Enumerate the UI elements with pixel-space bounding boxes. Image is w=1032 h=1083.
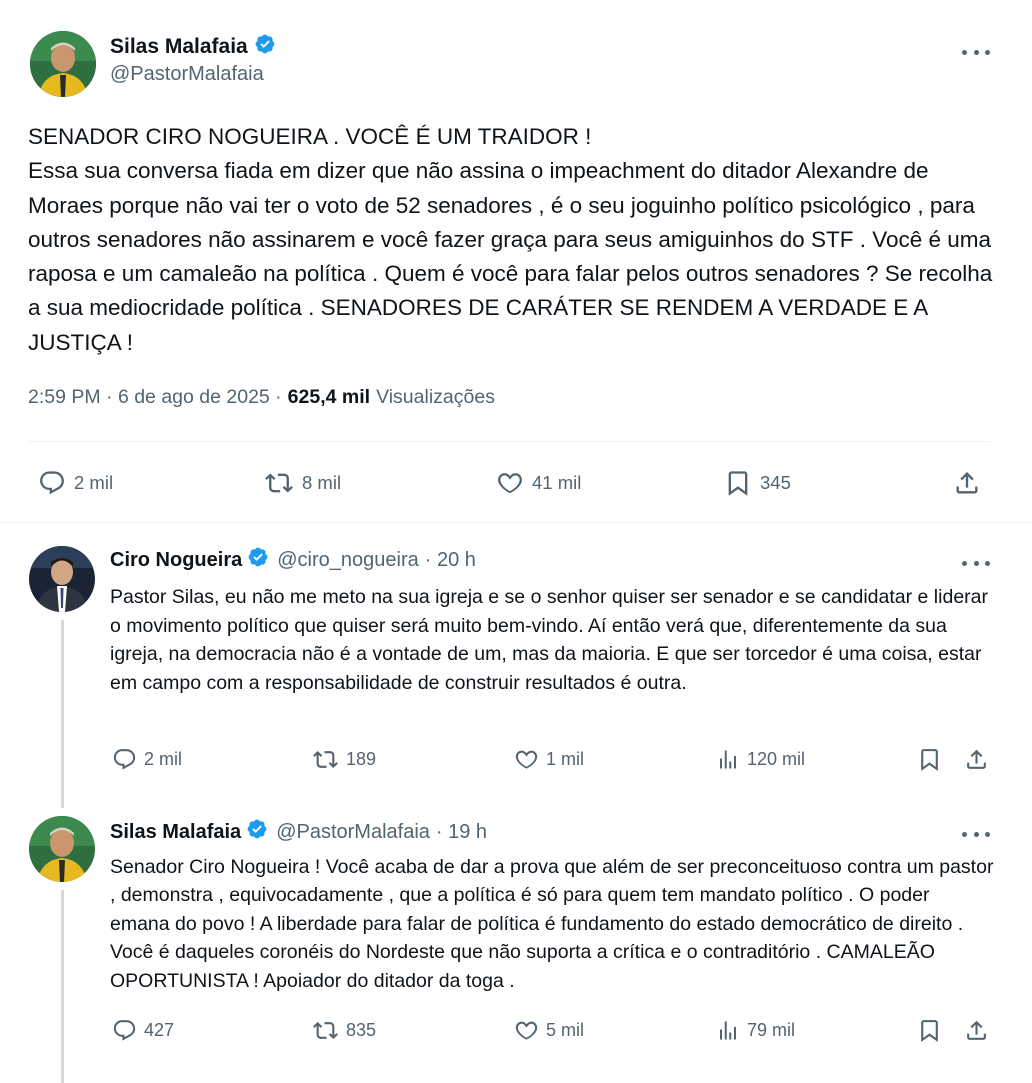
repost-count: 8 mil <box>302 472 342 493</box>
tweet-text: SENADOR CIRO NOGUEIRA . VOCÊ É UM TRAIDO… <box>28 124 993 355</box>
author-handle[interactable]: @ciro_nogueira <box>277 549 419 572</box>
repost-button[interactable]: 8 mil <box>264 469 341 497</box>
share-icon <box>967 1020 986 1040</box>
repost-icon <box>313 1022 338 1039</box>
heart-icon <box>498 473 522 494</box>
more-options-icon[interactable] <box>962 42 990 62</box>
tweet-timestamp[interactable]: 2:59 PM · 6 de ago de 2025 · <box>28 386 282 409</box>
views-count: 120 mil <box>747 749 806 769</box>
share-button[interactable] <box>953 469 981 497</box>
thread-line <box>61 890 64 1083</box>
repost-count: 835 <box>346 1020 377 1040</box>
avatar[interactable] <box>30 31 96 97</box>
author-handle[interactable]: @PastorMalafaia <box>110 63 264 86</box>
repost-button[interactable]: 189 <box>312 747 376 772</box>
reply-count: 427 <box>144 1020 175 1040</box>
reply-text: Senador Ciro Nogueira ! Você acaba de da… <box>110 856 994 992</box>
more-options-icon[interactable] <box>962 824 990 844</box>
views-label: Visualizações <box>376 386 495 408</box>
reply-icon <box>113 749 136 770</box>
reply-button[interactable]: 2 mil <box>38 469 113 497</box>
divider <box>28 441 990 442</box>
analytics-icon <box>720 750 736 769</box>
bookmark-button[interactable]: 345 <box>724 469 791 497</box>
reply-time[interactable]: · 19 h <box>436 821 487 844</box>
reply-icon <box>40 471 64 495</box>
like-button[interactable]: 41 mil <box>496 469 581 497</box>
like-count: 41 mil <box>532 472 582 493</box>
views-count: 79 mil <box>747 1020 796 1040</box>
author-name[interactable]: Silas Malafaia <box>110 35 248 59</box>
analytics-icon <box>720 1021 736 1040</box>
bookmark-icon <box>728 471 748 496</box>
like-count: 5 mil <box>546 1020 585 1040</box>
reply-button[interactable]: 427 <box>112 1018 174 1043</box>
bookmark-button[interactable] <box>917 1018 942 1043</box>
reply-icon <box>113 1020 136 1041</box>
more-options-icon[interactable] <box>962 553 990 573</box>
like-count: 1 mil <box>546 749 585 769</box>
reply-text: Pastor Silas, eu não me meto na sua igre… <box>110 586 988 694</box>
author-name[interactable]: Silas Malafaia <box>110 821 241 844</box>
share-icon <box>956 472 978 494</box>
bookmark-icon <box>921 1020 938 1042</box>
author-name[interactable]: Ciro Nogueira <box>110 549 242 572</box>
like-button[interactable]: 5 mil <box>514 1018 584 1043</box>
views-button[interactable]: 120 mil <box>716 747 805 772</box>
share-icon <box>967 749 986 769</box>
reply-button[interactable]: 2 mil <box>112 747 182 772</box>
repost-button[interactable]: 835 <box>312 1018 376 1043</box>
section-divider <box>0 522 1032 523</box>
tweet-meta: 2:59 PM · 6 de ago de 2025 · 625,4 mil V… <box>28 386 495 409</box>
share-button[interactable] <box>964 1018 989 1043</box>
author-handle[interactable]: @PastorMalafaia <box>276 821 430 844</box>
repost-icon <box>265 473 293 493</box>
bookmark-button[interactable] <box>917 747 942 772</box>
verified-badge-icon <box>254 33 276 60</box>
repost-icon <box>313 751 338 768</box>
reply-count: 2 mil <box>74 472 114 493</box>
heart-icon <box>515 1021 538 1040</box>
thread-line <box>61 620 64 808</box>
avatar[interactable] <box>29 816 95 882</box>
verified-badge-icon <box>246 818 268 846</box>
share-button[interactable] <box>964 747 989 772</box>
like-button[interactable]: 1 mil <box>514 747 584 772</box>
bookmark-icon <box>921 749 938 771</box>
heart-icon <box>515 750 538 769</box>
repost-count: 189 <box>346 749 377 769</box>
views-count: 625,4 mil <box>287 386 371 408</box>
reply-count: 2 mil <box>144 749 183 769</box>
verified-badge-icon <box>247 546 269 574</box>
bookmark-count: 345 <box>760 472 791 493</box>
avatar[interactable] <box>29 546 95 612</box>
views-button[interactable]: 79 mil <box>716 1018 795 1043</box>
reply-time[interactable]: · 20 h <box>425 549 476 572</box>
